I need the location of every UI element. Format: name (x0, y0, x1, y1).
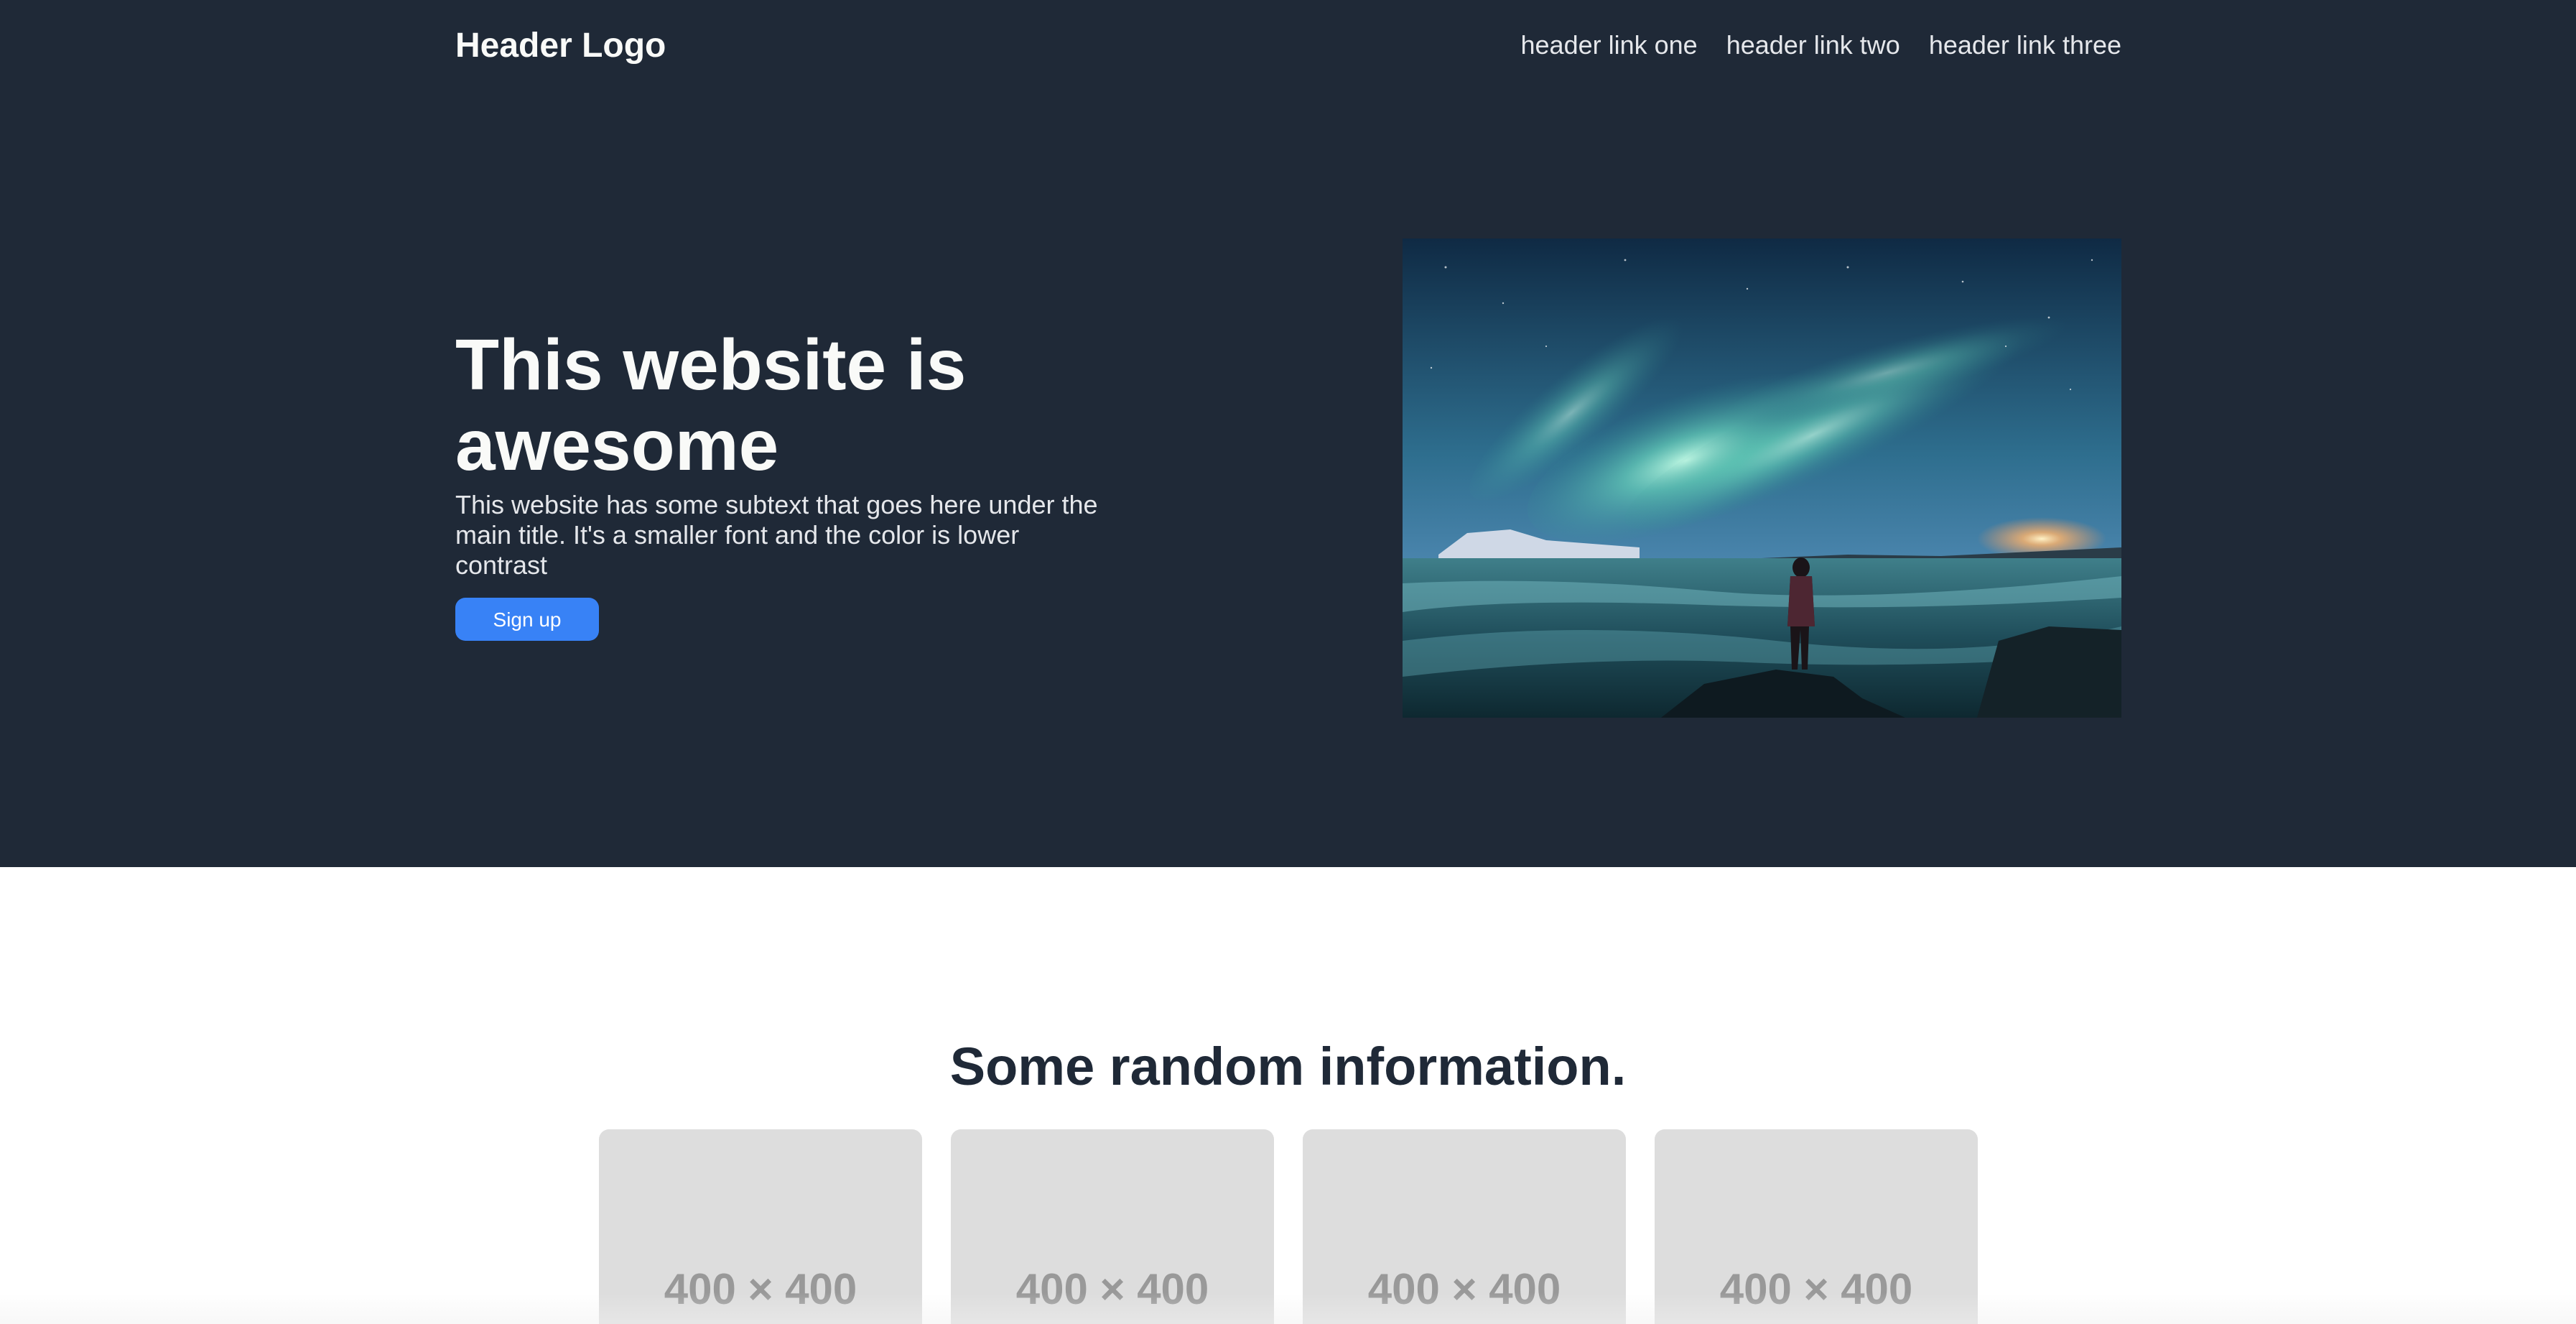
hero-title: This website is awesome (455, 325, 967, 486)
header-link-three[interactable]: header link three (1929, 30, 2121, 60)
placeholder-card: 400 × 400 (1303, 1129, 1626, 1324)
card-placeholder-label: 400 × 400 (1719, 1265, 1913, 1313)
card-placeholder-label: 400 × 400 (664, 1265, 857, 1313)
hero-text: This website is awesome This website has… (455, 325, 1116, 641)
placeholder-card: 400 × 400 (599, 1129, 922, 1324)
hero-image (1403, 239, 2121, 718)
header-link-two[interactable]: header link two (1726, 30, 1900, 60)
placeholder-card: 400 × 400 (1655, 1129, 1978, 1324)
header-link-one[interactable]: header link one (1521, 30, 1698, 60)
card-placeholder-label: 400 × 400 (1367, 1265, 1561, 1313)
sign-up-button[interactable]: Sign up (455, 598, 599, 641)
info-section-title: Some random information. (949, 1037, 1627, 1096)
site-header: Header Logo header link one header link … (455, 0, 2121, 91)
page: Header Logo header link one header link … (0, 0, 2576, 1324)
card-placeholder-label: 400 × 400 (1015, 1265, 1209, 1313)
placeholder-card: 400 × 400 (951, 1129, 1274, 1324)
header-nav: header link one header link two header l… (1521, 30, 2122, 60)
cards-row: 400 × 400 400 × 400 400 × 400 400 × 400 (599, 1129, 1978, 1324)
hero-subtext: This website has some subtext that goes … (455, 490, 1098, 580)
hero-section: Header Logo header link one header link … (0, 0, 2576, 867)
header-logo[interactable]: Header Logo (455, 26, 666, 65)
aurora-landscape-photo (1403, 239, 2121, 718)
